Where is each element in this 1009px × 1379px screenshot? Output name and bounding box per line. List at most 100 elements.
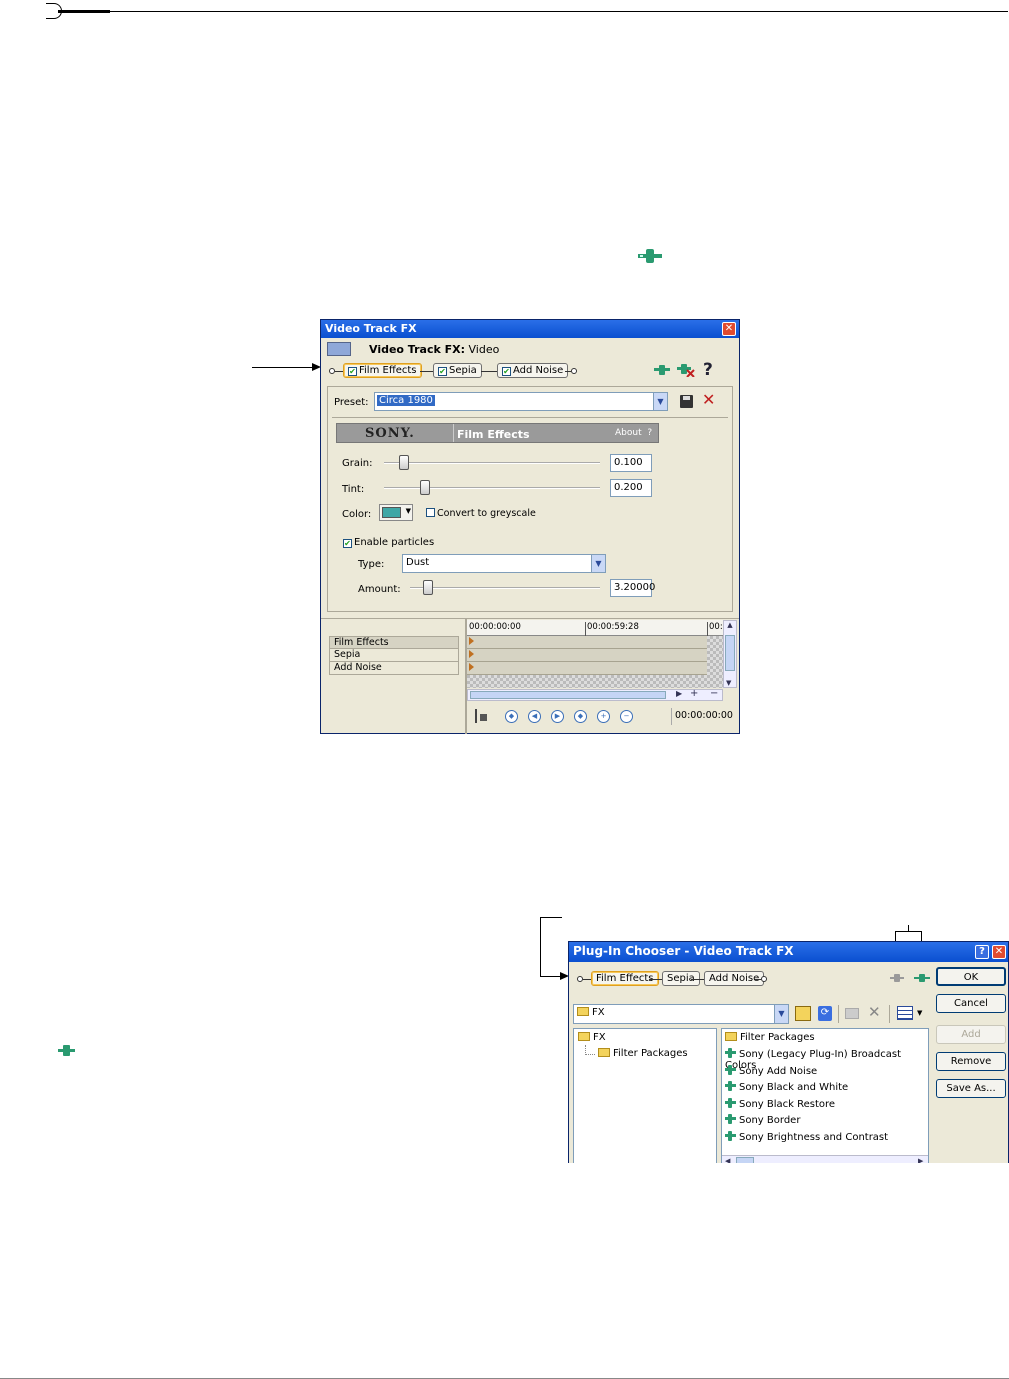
delete-icon[interactable]: ✕ bbox=[868, 1003, 881, 1021]
scrollbar-thumb[interactable] bbox=[725, 635, 735, 671]
grain-slider-thumb[interactable] bbox=[399, 455, 409, 470]
plugin-chain-icon[interactable] bbox=[654, 364, 670, 379]
color-picker[interactable]: ▼ bbox=[379, 504, 413, 521]
chevron-down-icon[interactable]: ▼ bbox=[591, 555, 605, 572]
remove-plugin-icon[interactable] bbox=[677, 363, 695, 380]
move-left-icon[interactable] bbox=[890, 973, 904, 986]
add-keyframe-icon[interactable]: + bbox=[597, 710, 610, 723]
new-folder-icon[interactable] bbox=[845, 1008, 859, 1019]
ruler-tick bbox=[585, 622, 586, 636]
view-mode-icon[interactable] bbox=[897, 1006, 913, 1020]
greyscale-checkbox[interactable] bbox=[426, 508, 435, 517]
delete-preset-icon[interactable]: ✕ bbox=[702, 390, 715, 409]
up-folder-icon[interactable] bbox=[795, 1006, 811, 1021]
previous-keyframe-icon[interactable]: ◀ bbox=[528, 710, 541, 723]
checkbox-icon[interactable]: ✔ bbox=[438, 367, 447, 376]
checkbox-icon[interactable]: ✔ bbox=[502, 367, 511, 376]
grain-input[interactable]: 0.100 bbox=[610, 454, 652, 472]
tree-connector bbox=[585, 1045, 595, 1055]
last-keyframe-icon[interactable]: ◆ bbox=[574, 710, 587, 723]
amount-slider-thumb[interactable] bbox=[423, 580, 433, 595]
list-item[interactable]: Sony Brightness and Contrast bbox=[725, 1131, 888, 1143]
chevron-down-icon[interactable]: ▼ bbox=[917, 1009, 922, 1017]
save-preset-icon[interactable] bbox=[680, 395, 693, 408]
list-item[interactable]: Sony Black Restore bbox=[725, 1098, 835, 1110]
folder-icon bbox=[578, 1032, 590, 1041]
about-link[interactable]: About ? bbox=[615, 428, 652, 438]
tree-item-filter-packages[interactable]: Filter Packages bbox=[598, 1048, 688, 1059]
horizontal-scrollbar[interactable]: ◀ ▶ bbox=[722, 1155, 928, 1163]
move-right-icon[interactable] bbox=[914, 973, 930, 986]
tint-label: Tint: bbox=[342, 484, 365, 495]
insert-plugin-icon bbox=[638, 249, 662, 263]
first-keyframe-icon[interactable]: ◆ bbox=[505, 710, 518, 723]
plugin-list: Filter Packages Sony (Legacy Plug-In) Br… bbox=[721, 1028, 929, 1163]
chain-item-add-noise[interactable]: ✔ Add Noise bbox=[497, 363, 569, 378]
fx-window-titlebar: Video Track FX ✕ bbox=[321, 320, 739, 338]
list-item[interactable]: Sony Black and White bbox=[725, 1081, 848, 1093]
help-icon[interactable]: ? bbox=[975, 945, 989, 959]
tint-slider-track[interactable] bbox=[384, 487, 600, 489]
chain-item-film-effects[interactable]: ✔ Film Effects bbox=[343, 363, 422, 378]
keyframe-lane[interactable] bbox=[467, 662, 707, 675]
zoom-in-icon[interactable]: + bbox=[690, 688, 698, 699]
scrollbar-thumb[interactable] bbox=[470, 691, 666, 699]
delete-keyframe-icon[interactable]: − bbox=[620, 710, 633, 723]
add-button[interactable]: Add bbox=[936, 1025, 1006, 1044]
help-icon[interactable]: ? bbox=[703, 360, 713, 380]
vertical-scrollbar[interactable]: ▲ ▼ bbox=[723, 620, 737, 688]
next-keyframe-icon[interactable]: ▶ bbox=[551, 710, 564, 723]
greyscale-option[interactable]: Convert to greyscale bbox=[426, 508, 536, 519]
preset-value: Circa 1980 bbox=[377, 395, 435, 406]
keyframe-lane[interactable] bbox=[467, 636, 707, 649]
horizontal-scrollbar[interactable]: ▶ + − bbox=[467, 688, 723, 701]
refresh-icon[interactable]: ⟳ bbox=[818, 1006, 832, 1021]
sony-logo: SONY. bbox=[365, 426, 415, 441]
zoom-out-icon[interactable]: − bbox=[710, 688, 718, 699]
chevron-down-icon[interactable]: ▼ bbox=[726, 679, 731, 687]
chevron-right-icon[interactable]: ▶ bbox=[676, 689, 682, 698]
folder-dropdown[interactable]: FX ▼ bbox=[573, 1004, 789, 1024]
chain-item-sepia[interactable]: ✔ Sepia bbox=[433, 363, 482, 378]
list-item[interactable]: Filter Packages bbox=[725, 1032, 815, 1043]
fx-window-title: Video Track FX bbox=[325, 322, 417, 335]
cancel-button[interactable]: Cancel bbox=[936, 994, 1006, 1013]
list-item[interactable]: Sony Add Noise bbox=[725, 1065, 817, 1077]
tint-slider-thumb[interactable] bbox=[420, 480, 430, 495]
ok-button[interactable]: OK bbox=[936, 967, 1006, 986]
checkbox-icon[interactable]: ✔ bbox=[348, 367, 357, 376]
amount-input[interactable]: 3.20000 bbox=[610, 579, 655, 597]
particles-option[interactable]: ✔ Enable particles bbox=[343, 537, 434, 548]
particles-checkbox[interactable]: ✔ bbox=[343, 539, 352, 548]
amount-label: Amount: bbox=[358, 584, 401, 595]
chevron-down-icon[interactable]: ▼ bbox=[653, 393, 667, 410]
remove-button[interactable]: Remove bbox=[936, 1052, 1006, 1071]
chevron-left-icon[interactable]: ◀ bbox=[725, 1157, 730, 1163]
lock-envelopes-icon[interactable] bbox=[475, 709, 487, 723]
tree-item-fx[interactable]: FX bbox=[578, 1032, 606, 1043]
preset-label: Preset: bbox=[334, 397, 369, 408]
chevron-right-icon[interactable]: ▶ bbox=[918, 1157, 923, 1163]
track-toggle-button[interactable] bbox=[327, 342, 351, 356]
track-list-item-sepia[interactable]: Sepia bbox=[329, 649, 459, 662]
callout-line-chooser-chain-v bbox=[540, 917, 541, 977]
type-value: Dust bbox=[406, 557, 430, 568]
scrollbar-thumb[interactable] bbox=[736, 1157, 754, 1163]
grain-slider-track[interactable] bbox=[384, 462, 600, 464]
keyframe-lane[interactable] bbox=[467, 649, 707, 662]
list-item[interactable]: Sony Border bbox=[725, 1114, 800, 1126]
preset-dropdown[interactable]: Circa 1980 ▼ bbox=[374, 392, 668, 411]
callout-line-chooser-chain-h bbox=[540, 976, 561, 977]
tint-input[interactable]: 0.200 bbox=[610, 479, 652, 497]
chevron-down-icon[interactable]: ▼ bbox=[774, 1005, 788, 1023]
chevron-up-icon[interactable]: ▲ bbox=[724, 621, 736, 629]
ruler-time-mid: 00:00:59:28 bbox=[587, 622, 639, 632]
save-as-button[interactable]: Save As... bbox=[936, 1079, 1006, 1098]
amount-slider-track[interactable] bbox=[410, 587, 600, 589]
chevron-down-icon[interactable]: ▼ bbox=[406, 507, 411, 515]
close-icon[interactable]: ✕ bbox=[992, 945, 1006, 959]
close-icon[interactable]: ✕ bbox=[722, 322, 736, 336]
track-list-item-film-effects[interactable]: Film Effects bbox=[329, 636, 459, 649]
track-list-item-add-noise[interactable]: Add Noise bbox=[329, 662, 459, 675]
type-dropdown[interactable]: Dust ▼ bbox=[402, 554, 606, 573]
